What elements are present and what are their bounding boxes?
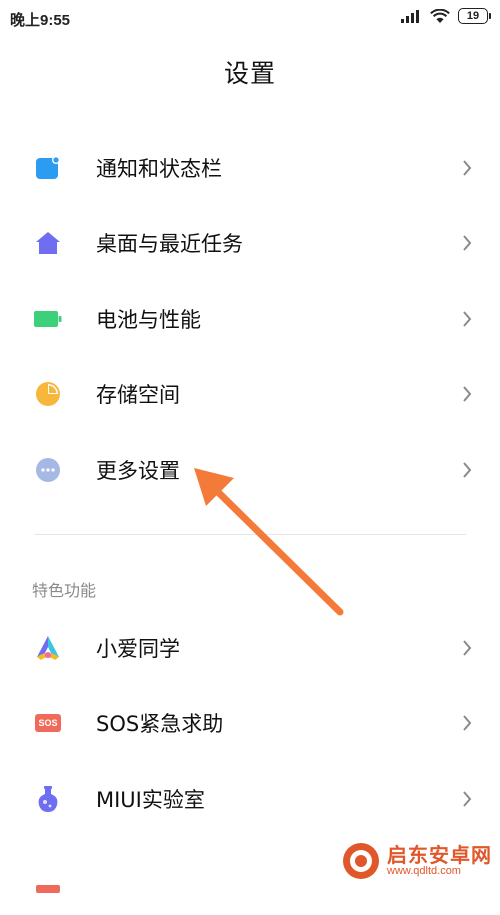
settings-item-label: 电池与性能	[96, 308, 201, 332]
battery-indicator: 19	[458, 8, 491, 24]
page-title: 设置	[223, 59, 276, 88]
settings-item-more-settings[interactable]: 更多设置	[0, 435, 500, 505]
watermark-logo-icon	[343, 843, 379, 879]
storage-pie-icon	[34, 380, 62, 408]
settings-item-storage[interactable]: 存储空间	[0, 359, 500, 429]
status-icons: 19	[400, 8, 491, 24]
battery-icon	[34, 305, 62, 333]
section-header-features: 特色功能	[32, 581, 97, 600]
status-bar: 晚上9:55 19	[0, 0, 500, 36]
settings-item-label: 存储空间	[96, 383, 180, 407]
status-time: 晚上9:55	[10, 12, 71, 29]
feature-item-label: MIUI实验室	[96, 788, 205, 812]
settings-item-label: 更多设置	[96, 459, 180, 483]
settings-item-label: 桌面与最近任务	[96, 232, 243, 256]
feature-item-xiaoai[interactable]: 小爱同学	[0, 613, 500, 683]
sos-icon-text: SOS	[38, 718, 58, 728]
section-divider	[34, 534, 466, 535]
watermark: 启东安卓网 www.qdltd.com	[341, 841, 492, 881]
chevron-right-icon	[460, 639, 474, 657]
chevron-right-icon	[460, 790, 474, 808]
feature-item-miui-lab[interactable]: MIUI实验室	[0, 764, 500, 834]
feature-item-sos[interactable]: SOS SOS紧急求助	[0, 688, 500, 758]
chevron-right-icon	[460, 461, 474, 479]
lab-flask-icon	[34, 785, 62, 813]
settings-item-notifications[interactable]: 通知和状态栏	[0, 133, 500, 203]
chevron-right-icon	[460, 385, 474, 403]
xiaoai-icon	[34, 634, 62, 662]
notification-icon	[34, 154, 62, 182]
sos-icon: SOS	[34, 709, 62, 737]
settings-item-battery[interactable]: 电池与性能	[0, 284, 500, 354]
feature-item-label: SOS紧急求助	[96, 712, 224, 736]
more-dots-icon	[34, 456, 62, 484]
chevron-right-icon	[460, 714, 474, 732]
chevron-right-icon	[460, 159, 474, 177]
home-icon	[34, 229, 62, 257]
settings-item-label: 通知和状态栏	[96, 157, 222, 181]
battery-level: 19	[466, 10, 480, 22]
signal-icon	[401, 10, 419, 23]
watermark-title: 启东安卓网	[387, 842, 492, 867]
settings-item-home-recents[interactable]: 桌面与最近任务	[0, 208, 500, 278]
chevron-right-icon	[460, 310, 474, 328]
partial-icon	[34, 866, 62, 894]
wifi-icon	[430, 8, 450, 23]
chevron-right-icon	[460, 234, 474, 252]
feature-item-label: 小爱同学	[96, 637, 180, 661]
watermark-url: www.qdltd.com	[387, 864, 461, 877]
